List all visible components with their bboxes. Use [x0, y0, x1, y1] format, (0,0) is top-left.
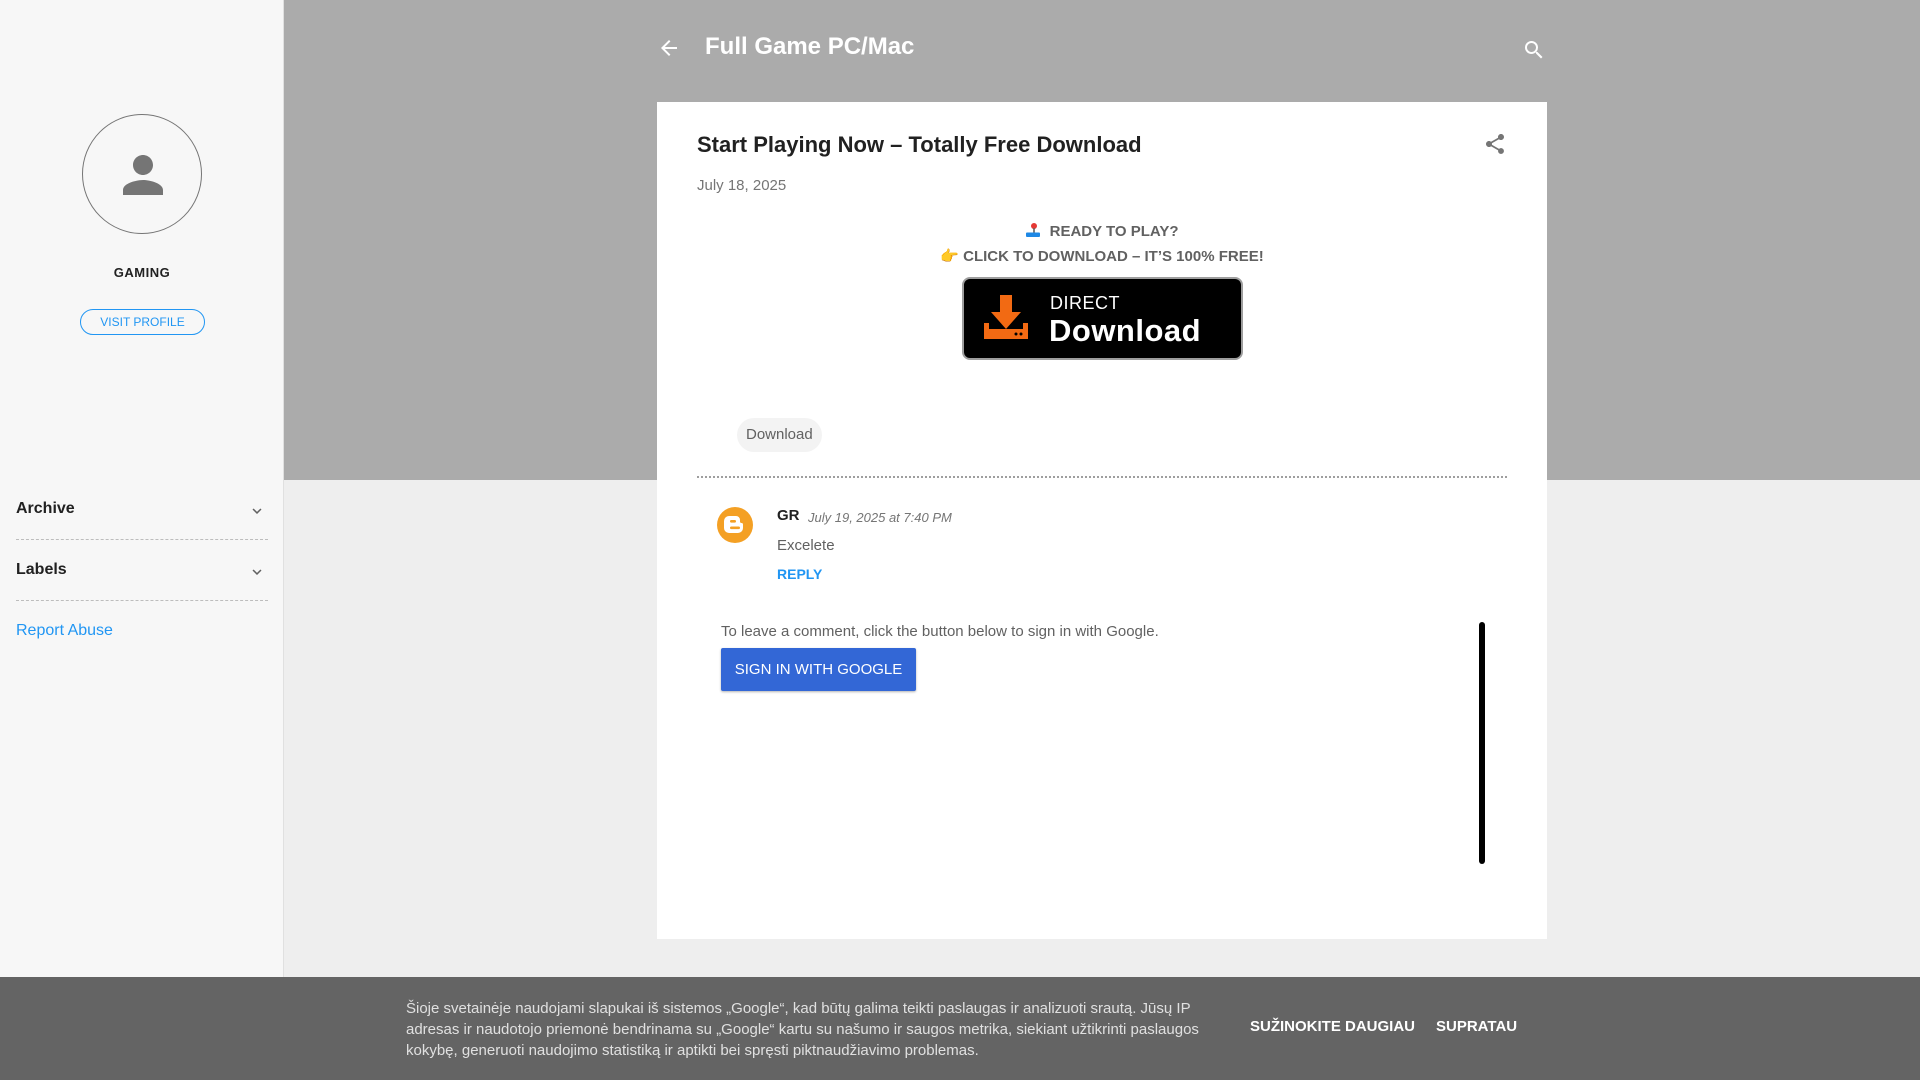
ready-to-play-line: READY TO PLAY? [657, 222, 1547, 240]
cookie-notice: Šioje svetainėje naudojami slapukai iš s… [0, 977, 1920, 1080]
comment-frame-scrollbar[interactable] [1479, 622, 1485, 864]
profile-name: GAMING [113, 265, 171, 280]
cookie-ok-button[interactable]: SUPRATAU [1436, 1018, 1517, 1035]
labels-title: Labels [16, 561, 67, 578]
download-button-big-text: Download [1049, 313, 1202, 348]
search-icon[interactable] [1522, 38, 1546, 62]
click-to-download-line: 👉 CLICK TO DOWNLOAD – IT’S 100% FREE! [657, 247, 1547, 265]
blogger-icon [717, 507, 753, 543]
comment-author[interactable]: GR [777, 507, 800, 524]
sign-in-with-google-button[interactable]: SIGN IN WITH GOOGLE [721, 648, 916, 691]
share-icon[interactable] [1483, 132, 1507, 156]
comment-timestamp[interactable]: July 19, 2025 at 7:40 PM [808, 510, 952, 525]
labels-widget[interactable]: Labels [16, 541, 268, 601]
profile-section: GAMING VISIT PROFILE [0, 0, 284, 480]
sidebar: GAMING VISIT PROFILE Archive Labels Repo… [0, 0, 284, 1080]
learn-more-button[interactable]: SUŽINOKITE DAUGIAU [1250, 1018, 1415, 1035]
post-card: Start Playing Now – Totally Free Downloa… [657, 102, 1547, 939]
ready-to-play-text: READY TO PLAY? [1049, 223, 1179, 240]
chevron-down-icon[interactable] [248, 563, 266, 581]
visit-profile-button[interactable]: VISIT PROFILE [80, 309, 205, 335]
blog-title[interactable]: Full Game PC/Mac [705, 33, 914, 61]
post-title: Start Playing Now – Totally Free Downloa… [697, 132, 1142, 157]
chevron-down-icon[interactable] [248, 502, 266, 520]
archive-widget[interactable]: Archive [16, 480, 268, 540]
reply-button[interactable]: REPLY [777, 566, 822, 582]
avatar[interactable] [82, 114, 202, 234]
click-to-download-text: CLICK TO DOWNLOAD – IT’S 100% FREE! [963, 248, 1264, 265]
comment-body: Excelete [777, 537, 835, 554]
post-label-chip[interactable]: Download [737, 418, 822, 452]
download-button-small-text: DIRECT [1050, 293, 1120, 313]
download-icon [984, 295, 1028, 339]
joystick-icon [1026, 223, 1041, 237]
direct-download-button[interactable]: DIRECT Download [962, 277, 1243, 360]
post-date: July 18, 2025 [697, 177, 787, 194]
cookie-notice-text: Šioje svetainėje naudojami slapukai iš s… [406, 1000, 1199, 1059]
arrow-back-icon[interactable] [657, 36, 681, 60]
archive-title: Archive [16, 500, 75, 517]
pointing-hand-icon: 👉 [940, 248, 959, 265]
person-icon [123, 155, 163, 195]
report-abuse-link[interactable]: Report Abuse [16, 622, 113, 640]
signin-prompt: To leave a comment, click the button bel… [721, 623, 1159, 640]
comments-divider [697, 476, 1507, 478]
